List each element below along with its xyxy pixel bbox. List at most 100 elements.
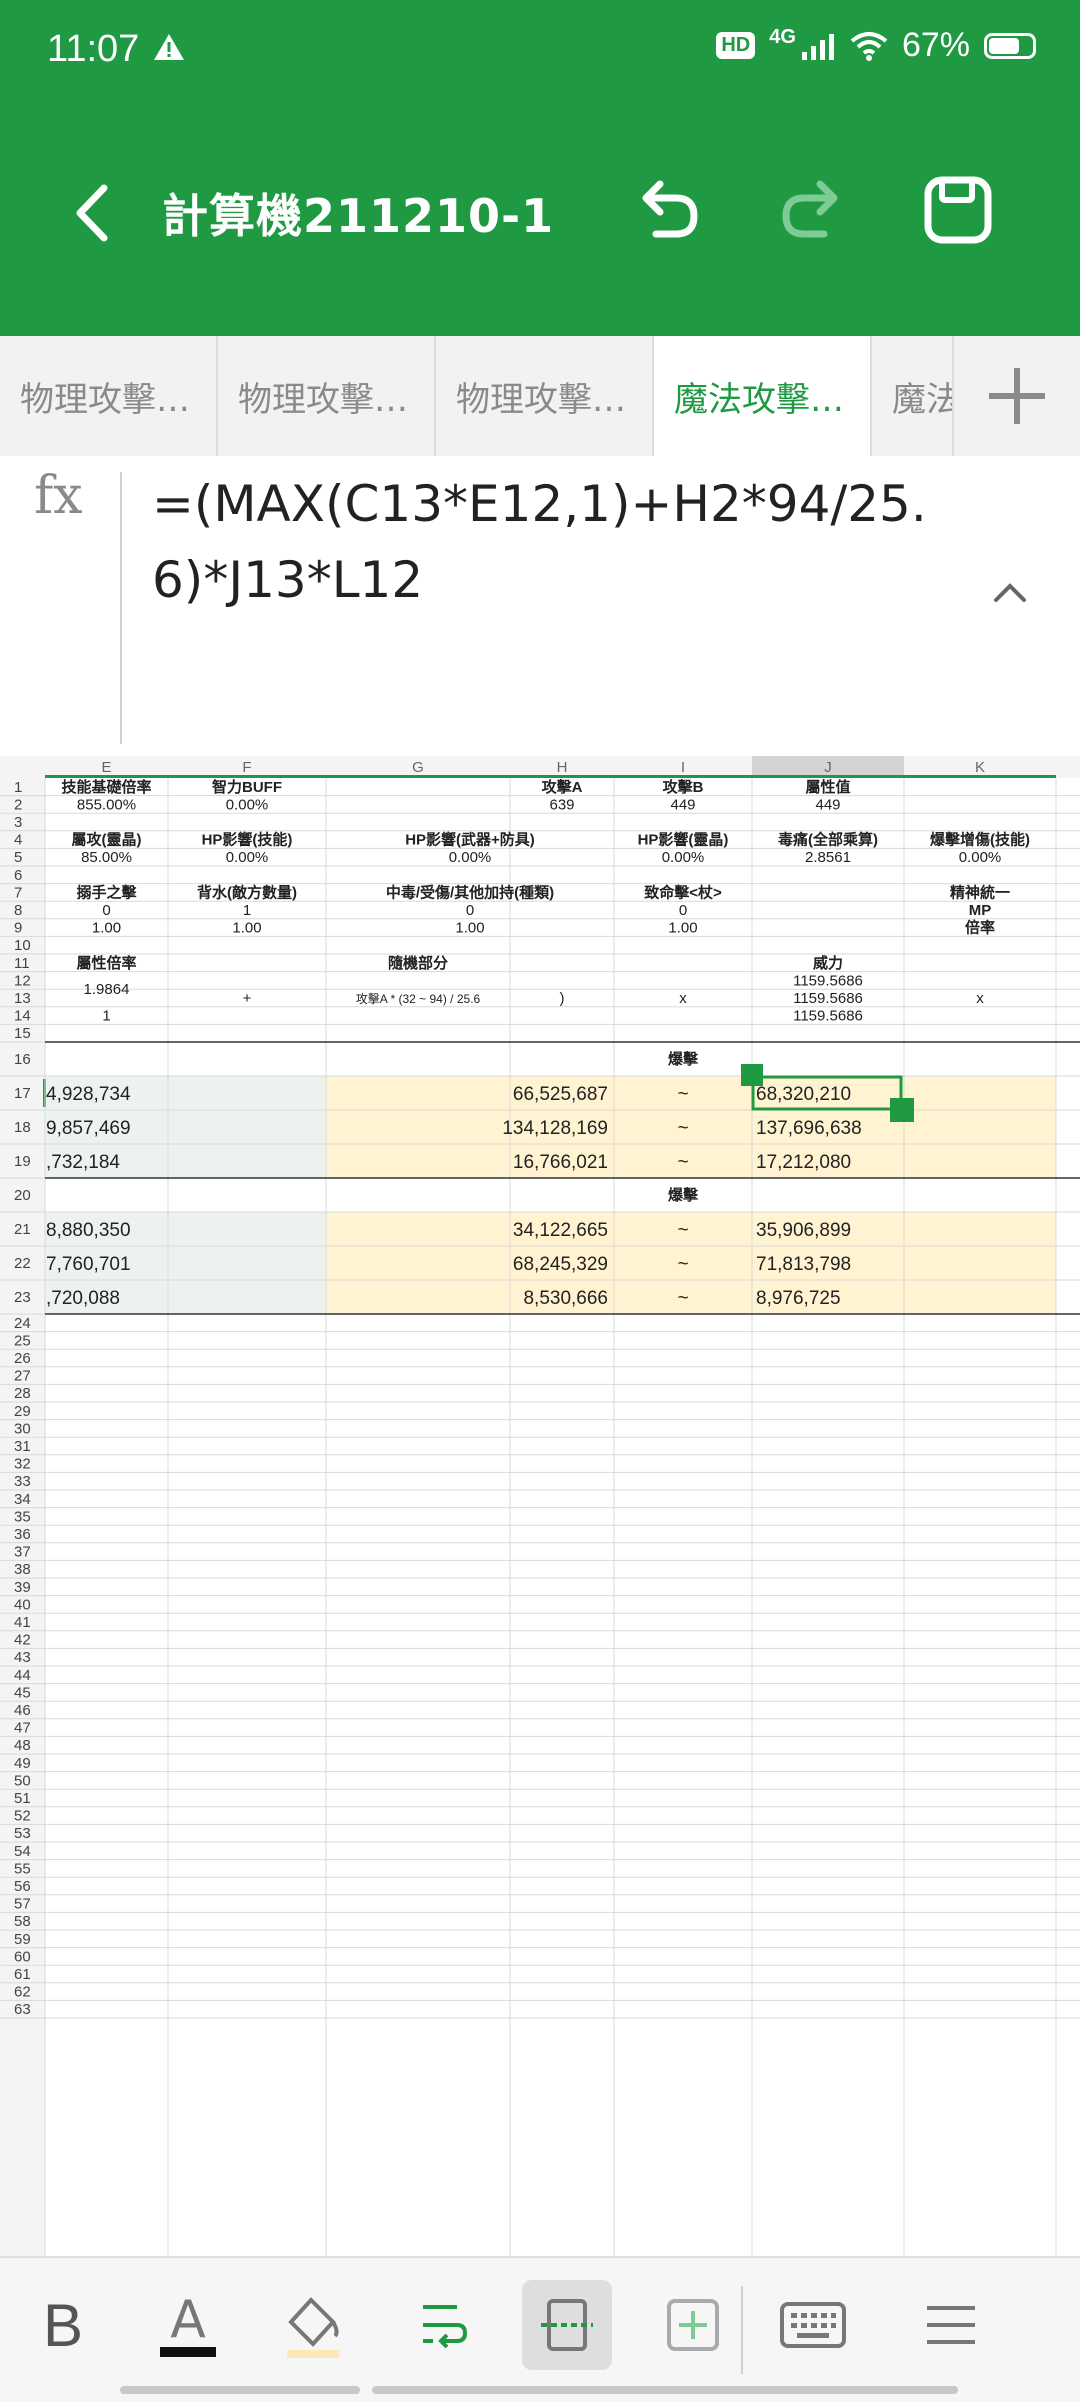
cell-h2[interactable]: 639	[549, 796, 574, 813]
row-header[interactable]: 15	[14, 1025, 31, 1042]
row-header[interactable]: 3	[14, 814, 22, 831]
row-header[interactable]: 57	[14, 1896, 31, 1913]
spreadsheet-grid[interactable]: E F G H I J K 1 2 3 4 5 6 7 8 9 10 11 12 13 14 15 16 17 18 19 20 21…	[0, 756, 1080, 2256]
cell-e17[interactable]: 4,928,734	[46, 1084, 131, 1105]
column-header-e[interactable]: E	[101, 759, 111, 776]
cell-k5[interactable]: 0.00%	[959, 849, 1002, 866]
row-header[interactable]: 22	[14, 1255, 31, 1272]
row-header[interactable]: 35	[14, 1508, 31, 1525]
row-header[interactable]: 45	[14, 1684, 31, 1701]
cell-k12[interactable]: x	[976, 990, 984, 1007]
keyboard-button[interactable]	[768, 2280, 858, 2370]
column-header-g[interactable]: G	[412, 759, 424, 776]
cell-i5[interactable]: 0.00%	[662, 849, 705, 866]
row-header[interactable]: 17	[14, 1085, 31, 1102]
row-header[interactable]: 6	[14, 867, 22, 884]
cell-i21[interactable]: ~	[677, 1220, 688, 1241]
row-header[interactable]: 13	[14, 990, 31, 1007]
row-header[interactable]: 40	[14, 1596, 31, 1613]
redo-icon[interactable]	[772, 170, 852, 250]
cell-j1[interactable]: 屬性值	[805, 778, 850, 796]
row-header[interactable]: 2	[14, 796, 22, 813]
cell-f12[interactable]: +	[243, 990, 252, 1007]
cell-f9[interactable]: 1.00	[232, 920, 261, 937]
cell-e14[interactable]: 1	[102, 1008, 110, 1025]
cell-h18[interactable]: 134,128,169	[502, 1118, 608, 1139]
cell-g7[interactable]: 中毒/受傷/其他加持(種類)	[386, 883, 554, 901]
row-header[interactable]: 30	[14, 1420, 31, 1437]
cell-e7[interactable]: 搦手之擊	[76, 883, 137, 901]
row-header[interactable]: 39	[14, 1579, 31, 1596]
row-header[interactable]: 61	[14, 1966, 31, 1983]
cell-e12[interactable]: 1.9864	[84, 981, 130, 998]
row-header[interactable]: 46	[14, 1702, 31, 1719]
cell-e9[interactable]: 1.00	[92, 920, 121, 937]
cell-i22[interactable]: ~	[677, 1254, 688, 1275]
cell-e18[interactable]: 9,857,469	[46, 1118, 131, 1139]
cell-i20[interactable]: 爆擊	[668, 1186, 699, 1204]
menu-button[interactable]	[906, 2280, 996, 2370]
row-header[interactable]: 14	[14, 1008, 31, 1025]
cell-k7[interactable]: 精神統一	[950, 883, 1010, 901]
row-header[interactable]: 25	[14, 1332, 31, 1349]
column-header-f[interactable]: F	[242, 759, 251, 776]
tab-sheet-1[interactable]: 物理攻擊…	[0, 336, 218, 456]
save-icon[interactable]	[918, 170, 998, 250]
row-header[interactable]: 36	[14, 1526, 31, 1543]
cell-i18[interactable]: ~	[677, 1118, 688, 1139]
cell-h21[interactable]: 34,122,665	[513, 1220, 608, 1241]
cell-j4[interactable]: 毒痛(全部乘算)	[778, 831, 878, 849]
cell-j23[interactable]: 8,976,725	[756, 1288, 841, 1309]
row-header[interactable]: 56	[14, 1878, 31, 1895]
cell-h23[interactable]: 8,530,666	[523, 1288, 608, 1309]
cell-k8[interactable]: MP	[969, 902, 992, 919]
row-header[interactable]: 11	[14, 955, 30, 972]
row-header[interactable]: 43	[14, 1649, 31, 1666]
row-header[interactable]: 47	[14, 1720, 31, 1737]
cell-j11[interactable]: 威力	[813, 954, 843, 972]
chevron-up-icon[interactable]	[990, 576, 1030, 606]
row-header[interactable]: 4	[14, 832, 22, 849]
cell-e22[interactable]: 7,760,701	[46, 1254, 131, 1275]
row-header[interactable]: 55	[14, 1860, 31, 1877]
row-header[interactable]: 10	[14, 937, 31, 954]
row-header[interactable]: 29	[14, 1403, 31, 1420]
cell-f2[interactable]: 0.00%	[226, 796, 269, 813]
tab-sheet-5[interactable]: 魔法	[872, 336, 962, 456]
row-header[interactable]: 38	[14, 1561, 31, 1578]
cell-i23[interactable]: ~	[677, 1288, 688, 1309]
cell-i1[interactable]: 攻擊B	[663, 778, 704, 796]
cell-k9[interactable]: 倍率	[965, 919, 995, 937]
row-header[interactable]: 33	[14, 1473, 31, 1490]
cell-j19[interactable]: 17,212,080	[756, 1152, 851, 1173]
cell-i17[interactable]: ~	[677, 1084, 688, 1105]
row-header[interactable]: 26	[14, 1350, 31, 1367]
column-header-j[interactable]: J	[824, 759, 832, 776]
row-header[interactable]: 62	[14, 1984, 31, 2001]
row-header[interactable]: 50	[14, 1772, 31, 1789]
cell-g12[interactable]: 攻擊A * (32 ~ 94) / 25.6	[356, 991, 481, 1006]
cell-j12[interactable]: 1159.5686	[793, 972, 863, 989]
cell-e4[interactable]: 屬攻(靈晶)	[72, 831, 142, 849]
cell-f1[interactable]: 智力BUFF	[212, 778, 282, 796]
row-header[interactable]: 59	[14, 1931, 31, 1948]
cell-j5[interactable]: 2.8561	[805, 849, 851, 866]
cell-g8[interactable]: 0	[466, 902, 474, 919]
cell-border-button[interactable]	[522, 2280, 612, 2370]
row-header[interactable]: 16	[14, 1051, 31, 1068]
cell-g4[interactable]: HP影響(武器+防具)	[405, 831, 535, 849]
row-header[interactable]: 48	[14, 1737, 31, 1754]
row-header[interactable]: 49	[14, 1755, 31, 1772]
row-header[interactable]: 24	[14, 1315, 31, 1332]
row-header[interactable]: 63	[14, 2001, 31, 2018]
row-header[interactable]: 20	[14, 1187, 31, 1204]
cell-h17[interactable]: 66,525,687	[513, 1084, 608, 1105]
tab-sheet-4[interactable]: 魔法攻擊…	[654, 336, 872, 456]
cell-f5[interactable]: 0.00%	[226, 849, 269, 866]
row-header[interactable]: 42	[14, 1632, 31, 1649]
row-header[interactable]: 41	[14, 1614, 31, 1631]
cell-j2[interactable]: 449	[815, 796, 840, 813]
cell-h1[interactable]: 攻擊A	[542, 778, 583, 796]
cell-j21[interactable]: 35,906,899	[756, 1220, 851, 1241]
bold-button[interactable]: B	[18, 2280, 108, 2370]
